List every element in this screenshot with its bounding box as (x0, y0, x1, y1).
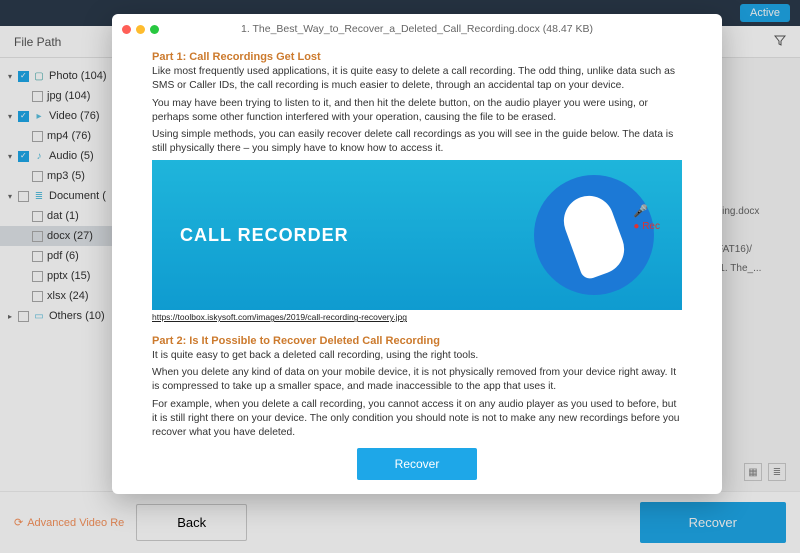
rec-icon: 🎤● Rec (633, 203, 660, 233)
paragraph: For example, when you delete a call reco… (152, 398, 682, 438)
paragraph: Using simple methods, you can easily rec… (152, 128, 682, 156)
image-source-url: https://toolbox.iskysoft.com/images/2019… (152, 312, 682, 323)
paragraph: When you delete any kind of data on your… (152, 366, 682, 394)
paragraph: It is quite easy to get back a deleted c… (152, 349, 682, 363)
heading: Part 2: Is It Possible to Recover Delete… (152, 334, 682, 349)
illustration: CALL RECORDER 🎤● Rec (152, 160, 682, 310)
paragraph: Like most frequently used applications, … (152, 65, 682, 93)
window-controls (122, 25, 159, 34)
paragraph: You may have been trying to listen to it… (152, 97, 682, 125)
modal-title: 1. The_Best_Way_to_Recover_a_Deleted_Cal… (112, 23, 722, 35)
modal-titlebar[interactable]: 1. The_Best_Way_to_Recover_a_Deleted_Cal… (112, 14, 722, 44)
minimize-icon[interactable] (136, 25, 145, 34)
preview-modal: 1. The_Best_Way_to_Recover_a_Deleted_Cal… (112, 14, 722, 494)
close-icon[interactable] (122, 25, 131, 34)
modal-recover-button[interactable]: Recover (357, 448, 478, 480)
phone-circle-icon: 🎤● Rec (534, 175, 654, 295)
heading: Part 1: Call Recordings Get Lost (152, 50, 682, 65)
modal-body[interactable]: Part 1: Call Recordings Get Lost Like mo… (112, 44, 722, 438)
zoom-icon[interactable] (150, 25, 159, 34)
phone-icon (557, 189, 631, 281)
illustration-text: CALL RECORDER (180, 223, 349, 247)
modal-footer: Recover (112, 438, 722, 494)
